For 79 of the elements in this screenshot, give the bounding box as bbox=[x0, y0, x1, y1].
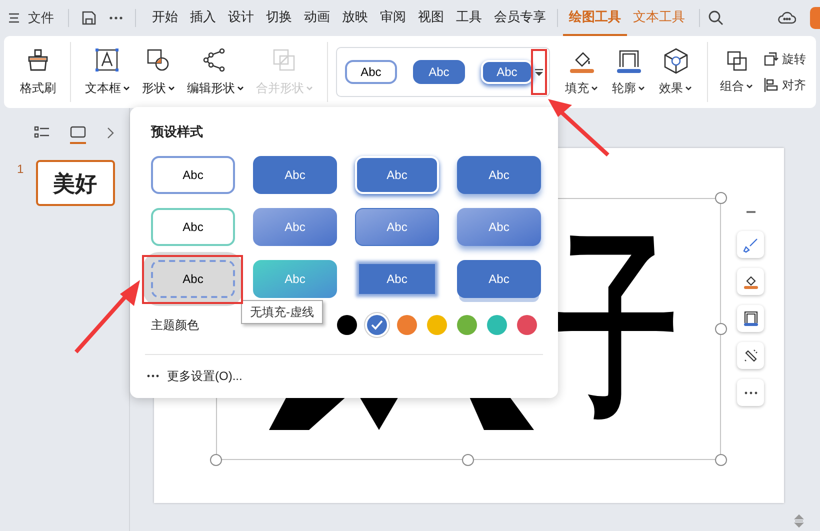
gallery-expand-button[interactable] bbox=[531, 49, 548, 95]
group-icon bbox=[724, 49, 749, 73]
ribbon-tool-button[interactable]: 文本框 bbox=[78, 41, 136, 103]
shapes-icon bbox=[145, 47, 172, 73]
ribbon-tool-button[interactable]: 填充 bbox=[558, 41, 606, 103]
ribbon-tab[interactable]: 设计 bbox=[222, 0, 260, 36]
resize-handle[interactable] bbox=[715, 192, 727, 204]
fill-bucket-icon bbox=[742, 274, 758, 290]
more-icon bbox=[147, 374, 159, 378]
caret-icon bbox=[746, 84, 754, 88]
color-swatch[interactable] bbox=[367, 315, 387, 335]
slide-thumbnail[interactable]: 美好 bbox=[36, 160, 115, 206]
resize-handle[interactable] bbox=[715, 454, 727, 466]
ribbon-tab[interactable]: 审阅 bbox=[374, 0, 412, 36]
float-tool-button[interactable] bbox=[737, 268, 764, 295]
resize-handle[interactable] bbox=[210, 454, 222, 466]
outline-icon bbox=[742, 310, 758, 326]
rotate-icon bbox=[763, 51, 780, 67]
merge-shapes-icon bbox=[271, 47, 298, 73]
color-swatch[interactable] bbox=[517, 315, 537, 335]
style-preset[interactable]: Abc bbox=[355, 156, 439, 194]
search-icon[interactable] bbox=[708, 10, 724, 26]
scroll-arrows-icon[interactable] bbox=[794, 513, 804, 529]
ribbon-tool-button[interactable]: 编辑形状 bbox=[180, 41, 250, 103]
menu-icon[interactable] bbox=[8, 12, 20, 24]
style-preset[interactable]: Abc bbox=[412, 60, 465, 84]
chat-cloud-icon[interactable] bbox=[778, 10, 796, 26]
color-swatch[interactable] bbox=[427, 315, 447, 335]
style-preset[interactable]: Abc bbox=[344, 60, 397, 84]
magic-wand-icon bbox=[742, 348, 758, 364]
style-preset[interactable]: Abc bbox=[480, 60, 533, 84]
more-icon bbox=[744, 390, 758, 394]
ribbon-tab[interactable]: 工具 bbox=[450, 0, 488, 36]
style-preset[interactable]: Abc bbox=[151, 156, 235, 194]
style-preset[interactable]: Abc bbox=[253, 156, 337, 194]
chevron-right-icon[interactable] bbox=[106, 127, 114, 139]
align-icon bbox=[763, 77, 780, 93]
text-box-icon bbox=[94, 47, 120, 73]
style-preset[interactable]: Abc bbox=[457, 156, 541, 194]
ribbon-tab[interactable]: 插入 bbox=[184, 0, 222, 36]
check-icon bbox=[371, 320, 383, 330]
style-preset[interactable]: Abc bbox=[151, 208, 235, 246]
expand-icon bbox=[535, 68, 544, 76]
arrow-annotation bbox=[548, 97, 610, 157]
color-swatch[interactable] bbox=[337, 315, 357, 335]
slide-number: 1 bbox=[17, 161, 24, 178]
color-swatch[interactable] bbox=[457, 315, 477, 335]
float-tool-button[interactable] bbox=[737, 305, 764, 332]
effects-cube-icon bbox=[662, 47, 690, 75]
ribbon-tool-button[interactable]: 形状 bbox=[136, 41, 181, 103]
ribbon-tab[interactable]: 视图 bbox=[412, 0, 450, 36]
ribbon-tab[interactable]: 动画 bbox=[298, 0, 336, 36]
float-tool-button[interactable] bbox=[737, 342, 764, 369]
ribbon-tool-button[interactable]: 效果 bbox=[652, 41, 700, 103]
color-swatch[interactable] bbox=[397, 315, 417, 335]
align-button[interactable]: 对齐 bbox=[763, 76, 806, 94]
tooltip: 无填充-虚线 bbox=[241, 300, 323, 324]
ribbon-tab[interactable]: 切换 bbox=[260, 0, 298, 36]
more-icon[interactable] bbox=[109, 16, 123, 20]
ribbon-tool-button[interactable]: 格式刷 bbox=[14, 41, 62, 103]
ribbon-tab[interactable]: 开始 bbox=[146, 0, 184, 36]
file-menu[interactable]: 文件 bbox=[26, 8, 56, 28]
ribbon-tab[interactable]: 放映 bbox=[336, 0, 374, 36]
rotate-button[interactable]: 旋转 bbox=[763, 50, 806, 68]
color-swatch[interactable] bbox=[487, 315, 507, 335]
ribbon-tab[interactable]: 会员专享 bbox=[488, 0, 552, 36]
save-icon[interactable] bbox=[81, 10, 97, 26]
panel-title: 预设样式 bbox=[151, 123, 204, 140]
resize-handle[interactable] bbox=[715, 323, 727, 335]
account-button[interactable] bbox=[810, 7, 820, 29]
ribbon-tool-button[interactable]: 组合 bbox=[716, 41, 758, 103]
style-preset[interactable]: Abc bbox=[359, 264, 435, 294]
slide-title-text: 子 bbox=[554, 228, 678, 428]
style-preset[interactable]: Abc bbox=[457, 260, 541, 298]
more-settings-item[interactable]: 更多设置(O)... bbox=[147, 367, 242, 385]
ribbon-tool-button[interactable]: 轮廓 bbox=[605, 41, 652, 103]
brush-icon bbox=[742, 236, 758, 252]
resize-handle[interactable] bbox=[462, 454, 474, 466]
theme-colors-label: 主题颜色 bbox=[151, 317, 200, 334]
